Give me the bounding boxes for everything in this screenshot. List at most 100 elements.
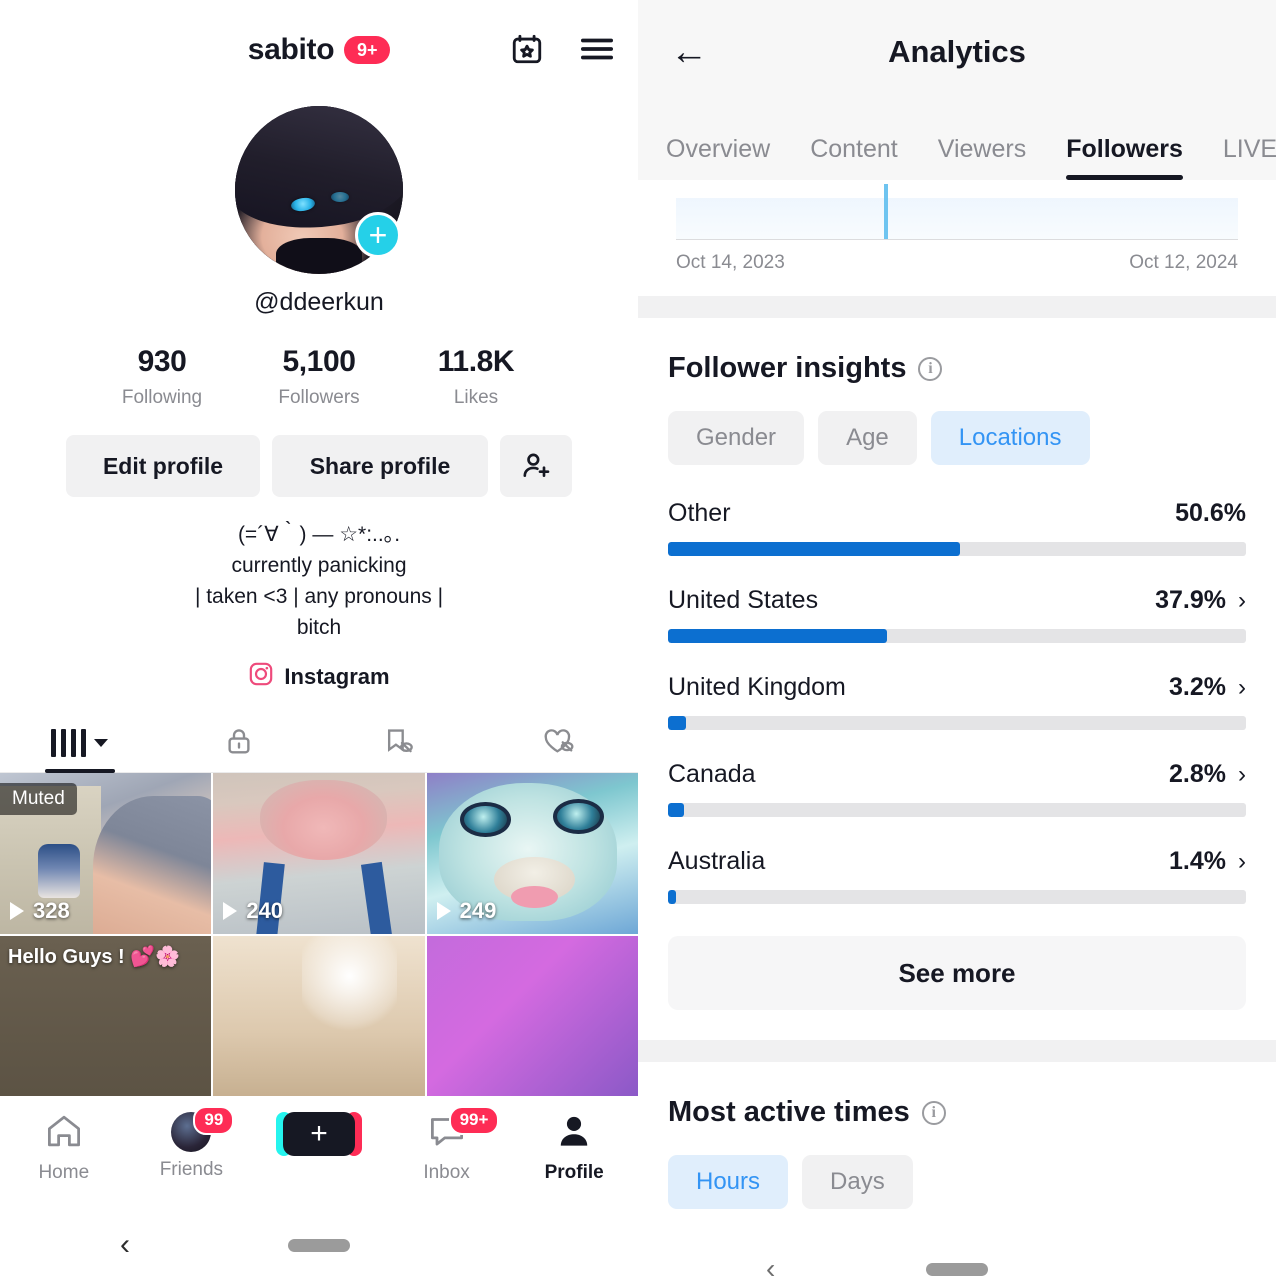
location-row[interactable]: Australia 1.4% › [668, 847, 1246, 904]
location-bar-fill [668, 629, 888, 643]
inbox-badge: 99+ [448, 1106, 500, 1135]
filter-hours[interactable]: Hours [668, 1155, 789, 1209]
insight-filter-pills: Gender Age Locations [668, 411, 1246, 465]
location-name: Other [668, 499, 731, 527]
location-bar-track [668, 890, 1246, 904]
location-percent: 37.9% [1155, 586, 1226, 614]
system-back-icon[interactable]: ‹ [120, 1228, 130, 1262]
location-bar-track [668, 629, 1246, 643]
location-row[interactable]: United States 37.9% › [668, 586, 1246, 643]
video-thumbnail[interactable]: 249 [426, 773, 638, 934]
tab-live[interactable]: LIVE [1223, 135, 1276, 180]
location-row[interactable]: United Kingdom 3.2% › [668, 673, 1246, 730]
chevron-right-icon[interactable]: › [1238, 675, 1246, 700]
play-count: 240 [223, 898, 283, 924]
instagram-link[interactable]: Instagram [0, 661, 638, 692]
section-title: Follower insights [668, 352, 907, 384]
follower-insights-heading: Follower insights i [668, 352, 1246, 385]
filter-days[interactable]: Days [802, 1155, 913, 1209]
profile-stats: 930 Following 5,100 Followers 11.8K Like… [0, 345, 638, 409]
nav-create[interactable]: + [255, 1112, 383, 1156]
tab-overview[interactable]: Overview [666, 135, 770, 180]
create-plus-icon[interactable]: + [275, 1112, 362, 1156]
filter-locations[interactable]: Locations [930, 411, 1090, 465]
video-thumbnail[interactable]: 240 [213, 773, 425, 934]
hamburger-menu-icon[interactable] [578, 30, 616, 68]
instagram-label: Instagram [284, 663, 390, 689]
tab-viewers[interactable]: Viewers [938, 135, 1026, 180]
tab-videos-grid[interactable] [0, 714, 160, 772]
stat-label: Followers [278, 387, 360, 408]
filter-age[interactable]: Age [818, 411, 917, 465]
nav-label: Profile [544, 1162, 604, 1183]
bottom-navigation: Home 99 Friends + 99+ Inbox Profile [0, 1096, 638, 1214]
info-icon[interactable]: i [918, 356, 943, 381]
stat-following[interactable]: 930 Following [84, 345, 241, 409]
stat-value: 5,100 [282, 345, 356, 378]
location-percent: 2.8% [1169, 760, 1226, 788]
bookmark-hidden-icon [383, 726, 415, 761]
stat-value: 11.8K [437, 345, 515, 378]
edit-profile-button[interactable]: Edit profile [66, 435, 260, 497]
follower-trend-chart: Oct 14, 2023 Oct 12, 2024 [638, 180, 1276, 296]
nav-label: Friends [159, 1159, 224, 1180]
chart-cursor-line [883, 184, 888, 239]
active-times-filter-pills: Hours Days [668, 1155, 1246, 1209]
tiktok-profile-pane: sabito 9+ + @ddeerkun 930 Following 5,10… [0, 0, 638, 1276]
filter-gender[interactable]: Gender [668, 411, 805, 465]
chevron-right-icon[interactable]: › [1238, 588, 1246, 613]
avatar[interactable]: + [235, 106, 403, 274]
profile-username-wrap[interactable]: sabito 9+ [248, 33, 391, 67]
add-story-plus-icon[interactable]: + [355, 212, 401, 258]
chart-axis-dates: Oct 14, 2023 Oct 12, 2024 [676, 252, 1238, 274]
chevron-right-icon[interactable]: › [1238, 849, 1246, 874]
see-more-button[interactable]: See more [668, 936, 1246, 1010]
add-friends-button[interactable] [500, 435, 572, 497]
info-icon[interactable]: i [921, 1100, 946, 1125]
stat-value: 930 [137, 345, 187, 378]
stat-label: Likes [453, 387, 499, 408]
video-thumbnail[interactable]: Hello Guys ! 💕🌸 [0, 935, 212, 1096]
instagram-icon [248, 661, 274, 692]
play-count-value: 328 [33, 897, 70, 923]
profile-bio: (=´∀｀) — ☆*:..｡. currently panicking | t… [0, 519, 638, 643]
dual-screenshot: sabito 9+ + @ddeerkun 930 Following 5,10… [0, 0, 1276, 1276]
video-thumbnail[interactable] [426, 935, 638, 1096]
chart-start-date: Oct 14, 2023 [676, 252, 785, 273]
analytics-title: Analytics [888, 34, 1026, 69]
username-notification-badge: 9+ [344, 36, 391, 64]
location-bar-fill [668, 716, 687, 730]
video-thumbnail[interactable]: Muted 328 [0, 773, 212, 934]
video-thumbnail[interactable] [213, 935, 425, 1096]
location-row[interactable]: Canada 2.8% › [668, 760, 1246, 817]
location-name: United States [668, 586, 819, 614]
tab-private[interactable] [160, 714, 320, 772]
home-indicator[interactable] [926, 1262, 988, 1276]
tab-content[interactable]: Content [810, 135, 898, 180]
calendar-star-icon[interactable] [508, 30, 546, 68]
play-count: 249 [436, 898, 496, 924]
stat-likes[interactable]: 11.8K Likes [398, 345, 555, 409]
tab-liked[interactable] [479, 714, 639, 772]
chart-plot-area[interactable] [676, 180, 1238, 240]
arrow-left-icon[interactable]: ← [670, 33, 708, 71]
stat-followers[interactable]: 5,100 Followers [241, 345, 398, 409]
tab-saved[interactable] [319, 714, 479, 772]
bio-line: currently panicking [231, 554, 407, 578]
chevron-right-icon[interactable]: › [1238, 762, 1246, 787]
nav-inbox[interactable]: 99+ Inbox [383, 1106, 511, 1184]
profile-header: sabito 9+ [0, 0, 638, 100]
share-profile-button[interactable]: Share profile [272, 435, 488, 497]
nav-home[interactable]: Home [0, 1112, 128, 1184]
tab-followers[interactable]: Followers [1066, 135, 1183, 180]
home-indicator[interactable] [288, 1238, 350, 1252]
location-bar-track [668, 716, 1246, 730]
home-icon [44, 1112, 84, 1155]
bio-line: bitch [296, 616, 342, 640]
chevron-down-icon [94, 739, 109, 748]
lock-icon [224, 726, 254, 761]
nav-friends[interactable]: 99 Friends [128, 1106, 256, 1181]
system-back-icon[interactable]: ‹ [766, 1253, 775, 1276]
add-person-icon [520, 449, 552, 484]
nav-profile[interactable]: Profile [510, 1112, 638, 1184]
